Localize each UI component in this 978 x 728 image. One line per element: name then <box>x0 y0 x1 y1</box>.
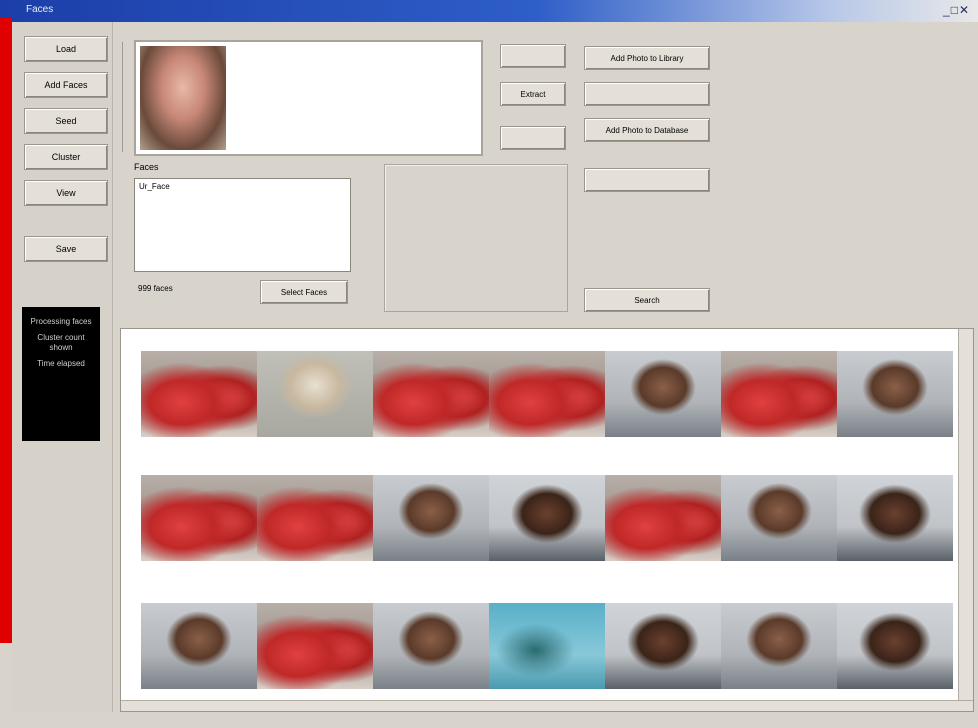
photo-thumbnail[interactable] <box>141 475 257 561</box>
nav-button-add-faces[interactable]: Add Faces <box>24 72 108 98</box>
photo-thumbnail[interactable] <box>489 351 605 437</box>
photo-thumbnail[interactable] <box>257 603 373 689</box>
title-bar: Faces _□✕ <box>0 0 978 22</box>
nav-button-load[interactable]: Load <box>24 36 108 62</box>
photo-thumbnail[interactable] <box>373 475 489 561</box>
face-photo-icon <box>140 46 226 150</box>
status-panel: Processing faces Cluster count shown Tim… <box>22 307 100 441</box>
left-nav-panel: Load Add Faces Seed Cluster View Save Pr… <box>12 22 113 712</box>
add-photo-database-button[interactable]: Add Photo to Database <box>584 118 710 142</box>
photo-thumbnail[interactable] <box>721 475 837 561</box>
status-line-2: Cluster count shown <box>37 333 85 352</box>
photo-thumbnail[interactable] <box>837 351 953 437</box>
faces-listbox[interactable]: Ur_Face <box>134 178 351 272</box>
faces-list-label: Faces <box>134 162 159 172</box>
window-controls[interactable]: _□✕ <box>943 3 970 17</box>
photo-thumbnail[interactable] <box>257 351 373 437</box>
horizontal-scrollbar[interactable] <box>121 700 973 711</box>
preview-box <box>384 164 568 312</box>
photo-thumbnail[interactable] <box>257 475 373 561</box>
photo-thumbnail[interactable] <box>721 603 837 689</box>
photo-thumbnail[interactable] <box>605 475 721 561</box>
photo-thumbnail[interactable] <box>141 351 257 437</box>
photo-thumbnail[interactable] <box>373 603 489 689</box>
nav-button-save[interactable]: Save <box>24 236 108 262</box>
photo-thumbnail[interactable] <box>837 603 953 689</box>
extract-button[interactable]: Extract <box>500 82 566 106</box>
window-title: Faces <box>26 4 54 15</box>
nav-button-view[interactable]: View <box>24 180 108 206</box>
nav-button-seed[interactable]: Seed <box>24 108 108 134</box>
photo-thumbnail[interactable] <box>605 603 721 689</box>
splitter[interactable] <box>122 42 131 152</box>
photo-thumbnail[interactable] <box>721 351 837 437</box>
faces-count: 999 faces <box>138 284 173 293</box>
main-area: Extract Add Photo to Library Add Photo t… <box>112 22 978 728</box>
button-c[interactable] <box>500 126 566 150</box>
photo-thumbnail[interactable] <box>489 475 605 561</box>
blank-button[interactable] <box>584 82 710 106</box>
status-line-1: Processing faces <box>30 317 92 326</box>
button-a[interactable] <box>500 44 566 68</box>
photo-thumbnail[interactable] <box>373 351 489 437</box>
search-button[interactable]: Search <box>584 288 710 312</box>
status-line-3: Time elapsed <box>37 359 85 368</box>
vertical-scrollbar[interactable] <box>958 329 973 711</box>
photo-thumbnail[interactable] <box>489 603 605 689</box>
add-photo-library-button[interactable]: Add Photo to Library <box>584 46 710 70</box>
photo-thumbnail[interactable] <box>605 351 721 437</box>
list-item[interactable]: Ur_Face <box>135 179 350 194</box>
photo-thumbnail[interactable] <box>837 475 953 561</box>
nav-button-cluster[interactable]: Cluster <box>24 144 108 170</box>
thumbnail-grid <box>120 328 974 712</box>
disabled-button[interactable] <box>584 168 710 192</box>
photo-preview <box>134 40 483 156</box>
red-accent-bar <box>0 18 12 643</box>
select-faces-button[interactable]: Select Faces <box>260 280 348 304</box>
photo-thumbnail[interactable] <box>141 603 257 689</box>
